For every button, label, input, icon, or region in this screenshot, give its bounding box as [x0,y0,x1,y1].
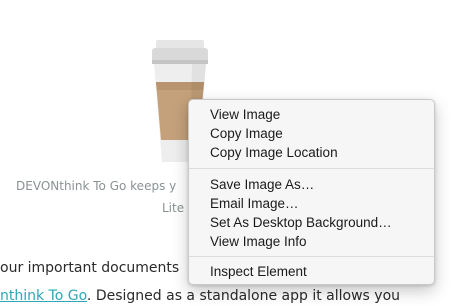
body-line-2-text: . Designed as a standalone app it allows… [86,288,401,304]
menu-separator [189,256,434,257]
caption-line-2: Lite [162,201,185,215]
menu-separator [189,168,434,169]
menu-item-view-image-info[interactable]: View Image Info [189,232,434,251]
menu-item-set-desktop-background[interactable]: Set As Desktop Background… [189,213,434,232]
menu-item-save-image-as[interactable]: Save Image As… [189,175,434,194]
caption-line-1: DEVONthink To Go keeps y [16,179,177,193]
menu-item-email-image[interactable]: Email Image… [189,194,434,213]
menu-item-inspect-element[interactable]: Inspect Element [189,262,434,281]
product-link[interactable]: nthink To Go [0,288,87,304]
context-menu: View Image Copy Image Copy Image Locatio… [188,99,435,285]
menu-item-copy-image-location[interactable]: Copy Image Location [189,143,434,162]
menu-item-view-image[interactable]: View Image [189,105,434,124]
body-line-2: nthink To Go. Designed as a standalone a… [0,286,400,306]
menu-item-copy-image[interactable]: Copy Image [189,124,434,143]
body-line-1: our important documents [0,260,180,276]
